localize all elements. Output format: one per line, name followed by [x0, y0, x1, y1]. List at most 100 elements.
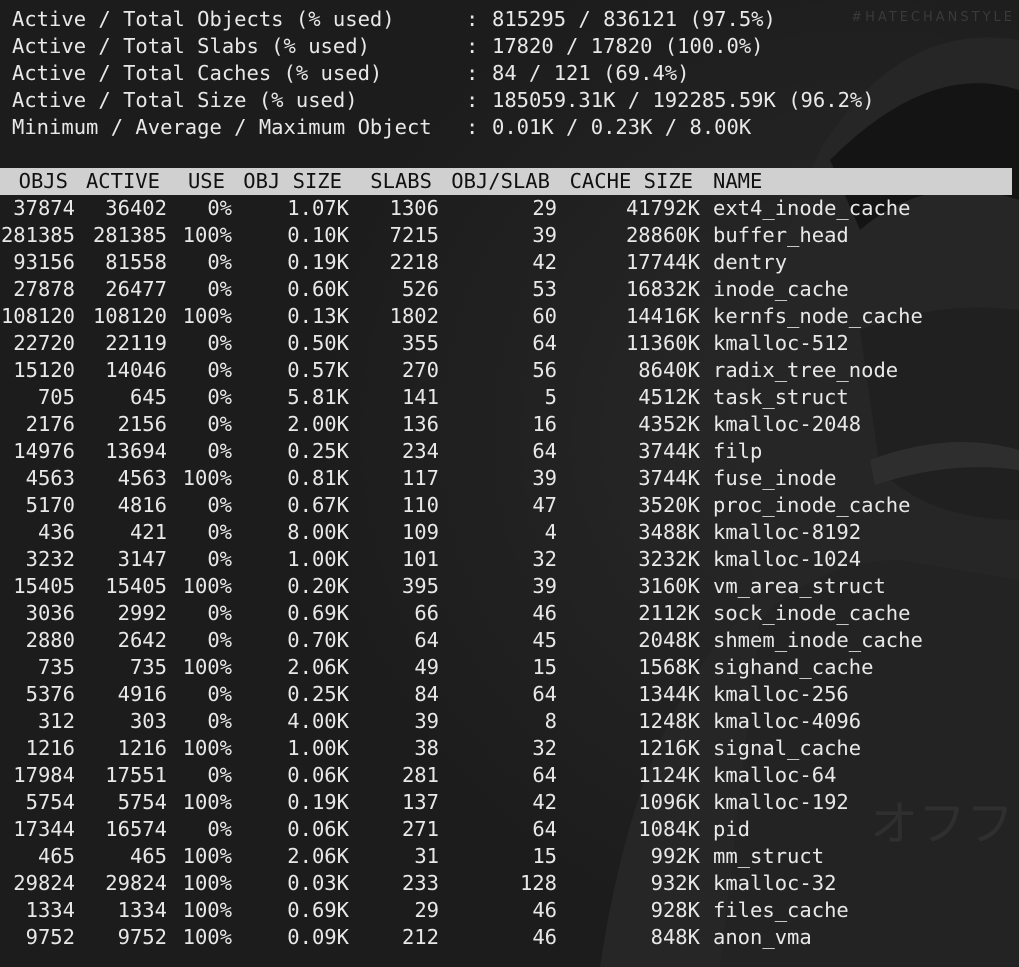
cell-objs: 27878	[13, 277, 75, 301]
cell-slabs: 136	[401, 412, 439, 436]
cell-use: 0%	[207, 763, 232, 787]
cell-objs: 1216	[25, 736, 75, 760]
cell-obj-size: 5.81K	[287, 385, 349, 409]
cell-slabs: 2218	[389, 250, 439, 274]
cell-obj-size: 0.67K	[287, 493, 349, 517]
cell-use: 0%	[207, 196, 232, 220]
cell-obj-size: 0.70K	[287, 628, 349, 652]
table-row: 15405 15405 100% 0.20K 395 39 3160K vm_area_str…	[0, 573, 1019, 600]
summary-label: Active / Total Size (% used)	[12, 88, 358, 112]
cell-objs: 15405	[13, 574, 75, 598]
cell-active: 29824	[105, 871, 167, 895]
cell-objs: 312	[37, 709, 75, 733]
cell-obj-slab: 39	[532, 466, 557, 490]
cell-active: 81558	[105, 250, 167, 274]
cell-cache-size: 3488K	[638, 520, 700, 544]
table-row: 5754 5754 100% 0.19K 137 42 1096K kmalloc-192	[0, 789, 1019, 816]
cell-objs: 281385	[0, 223, 75, 247]
cell-name: kmalloc-192	[713, 790, 849, 814]
cell-cache-size: 11360K	[625, 331, 700, 355]
cell-use: 0%	[207, 547, 232, 571]
cell-cache-size: 992K	[650, 844, 700, 868]
cell-cache-size: 8640K	[638, 358, 700, 382]
cell-active: 14046	[105, 358, 167, 382]
cell-active: 36402	[105, 196, 167, 220]
cell-use: 0%	[207, 250, 232, 274]
cell-active: 281385	[92, 223, 167, 247]
summary-value: 815295 / 836121 (97.5%)	[492, 7, 776, 31]
cell-slabs: 233	[401, 871, 439, 895]
cell-use: 100%	[182, 790, 232, 814]
cell-obj-slab: 16	[532, 412, 557, 436]
cell-name: kmalloc-2048	[713, 412, 862, 436]
cell-cache-size: 932K	[650, 871, 700, 895]
cell-obj-size: 0.19K	[287, 790, 349, 814]
cell-use: 100%	[182, 655, 232, 679]
cell-name: proc_inode_cache	[713, 493, 911, 517]
cell-obj-slab: 60	[532, 304, 557, 328]
table-row: 3232 3147 0% 1.00K 101 32 3232K kmalloc-1024	[0, 546, 1019, 573]
cell-obj-slab: 47	[532, 493, 557, 517]
cell-obj-slab: 45	[532, 628, 557, 652]
cell-cache-size: 1568K	[638, 655, 700, 679]
cell-cache-size: 14416K	[625, 304, 700, 328]
cell-active: 5754	[117, 790, 167, 814]
cell-slabs: 1306	[389, 196, 439, 220]
cell-obj-slab: 8	[544, 709, 557, 733]
cell-objs: 14976	[13, 439, 75, 463]
cell-slabs: 141	[401, 385, 439, 409]
cell-obj-slab: 39	[532, 574, 557, 598]
cell-slabs: 1802	[389, 304, 439, 328]
cell-name: kmalloc-256	[713, 682, 849, 706]
cell-objs: 108120	[0, 304, 75, 328]
cell-obj-slab: 128	[519, 871, 557, 895]
cell-use: 100%	[182, 574, 232, 598]
cell-cache-size: 2112K	[638, 601, 700, 625]
cell-obj-slab: 56	[532, 358, 557, 382]
cell-use: 100%	[182, 925, 232, 949]
cell-obj-size: 0.25K	[287, 682, 349, 706]
cell-use: 0%	[207, 385, 232, 409]
cell-objs: 2880	[25, 628, 75, 652]
cell-use: 0%	[207, 439, 232, 463]
cell-active: 1334	[117, 898, 167, 922]
table-row: 29824 29824 100% 0.03K 233 128 932K kmalloc-32	[0, 870, 1019, 897]
cell-active: 4916	[117, 682, 167, 706]
header-obj-size: OBJ SIZE	[243, 169, 342, 193]
cell-name: vm_area_struct	[713, 574, 886, 598]
cell-use: 100%	[182, 223, 232, 247]
summary-separator: :	[466, 88, 479, 112]
cell-active: 4816	[117, 493, 167, 517]
cell-use: 100%	[182, 736, 232, 760]
cell-name: sock_inode_cache	[713, 601, 911, 625]
summary-value: 17820 / 17820 (100.0%)	[492, 34, 764, 58]
cell-use: 0%	[207, 520, 232, 544]
cell-cache-size: 848K	[650, 925, 700, 949]
table-row: 4563 4563 100% 0.81K 117 39 3744K fuse_inode	[0, 465, 1019, 492]
header-slabs: SLABS	[370, 169, 432, 193]
cell-objs: 29824	[13, 871, 75, 895]
table-row: 2880 2642 0% 0.70K 64 45 2048K shmem_inode_cach…	[0, 627, 1019, 654]
cell-name: kmalloc-32	[713, 871, 837, 895]
cell-objs: 93156	[13, 250, 75, 274]
cell-slabs: 234	[401, 439, 439, 463]
cell-cache-size: 28860K	[625, 223, 700, 247]
cell-cache-size: 41792K	[625, 196, 700, 220]
cell-name: pid	[713, 817, 751, 841]
cell-obj-slab: 64	[532, 763, 557, 787]
cell-name: inode_cache	[713, 277, 849, 301]
cell-use: 0%	[207, 331, 232, 355]
header-name: NAME	[713, 169, 763, 193]
cell-obj-slab: 64	[532, 682, 557, 706]
cell-obj-size: 0.69K	[287, 601, 349, 625]
table-row: 735 735 100% 2.06K 49 15 1568K sighand_cache	[0, 654, 1019, 681]
cell-name: kmalloc-64	[713, 763, 837, 787]
cell-objs: 15120	[13, 358, 75, 382]
cell-obj-size: 0.57K	[287, 358, 349, 382]
table-row: 9752 9752 100% 0.09K 212 46 848K anon_vma	[0, 924, 1019, 951]
cell-name: signal_cache	[713, 736, 862, 760]
cell-cache-size: 3520K	[638, 493, 700, 517]
cell-objs: 5754	[25, 790, 75, 814]
cell-slabs: 117	[401, 466, 439, 490]
cell-cache-size: 2048K	[638, 628, 700, 652]
